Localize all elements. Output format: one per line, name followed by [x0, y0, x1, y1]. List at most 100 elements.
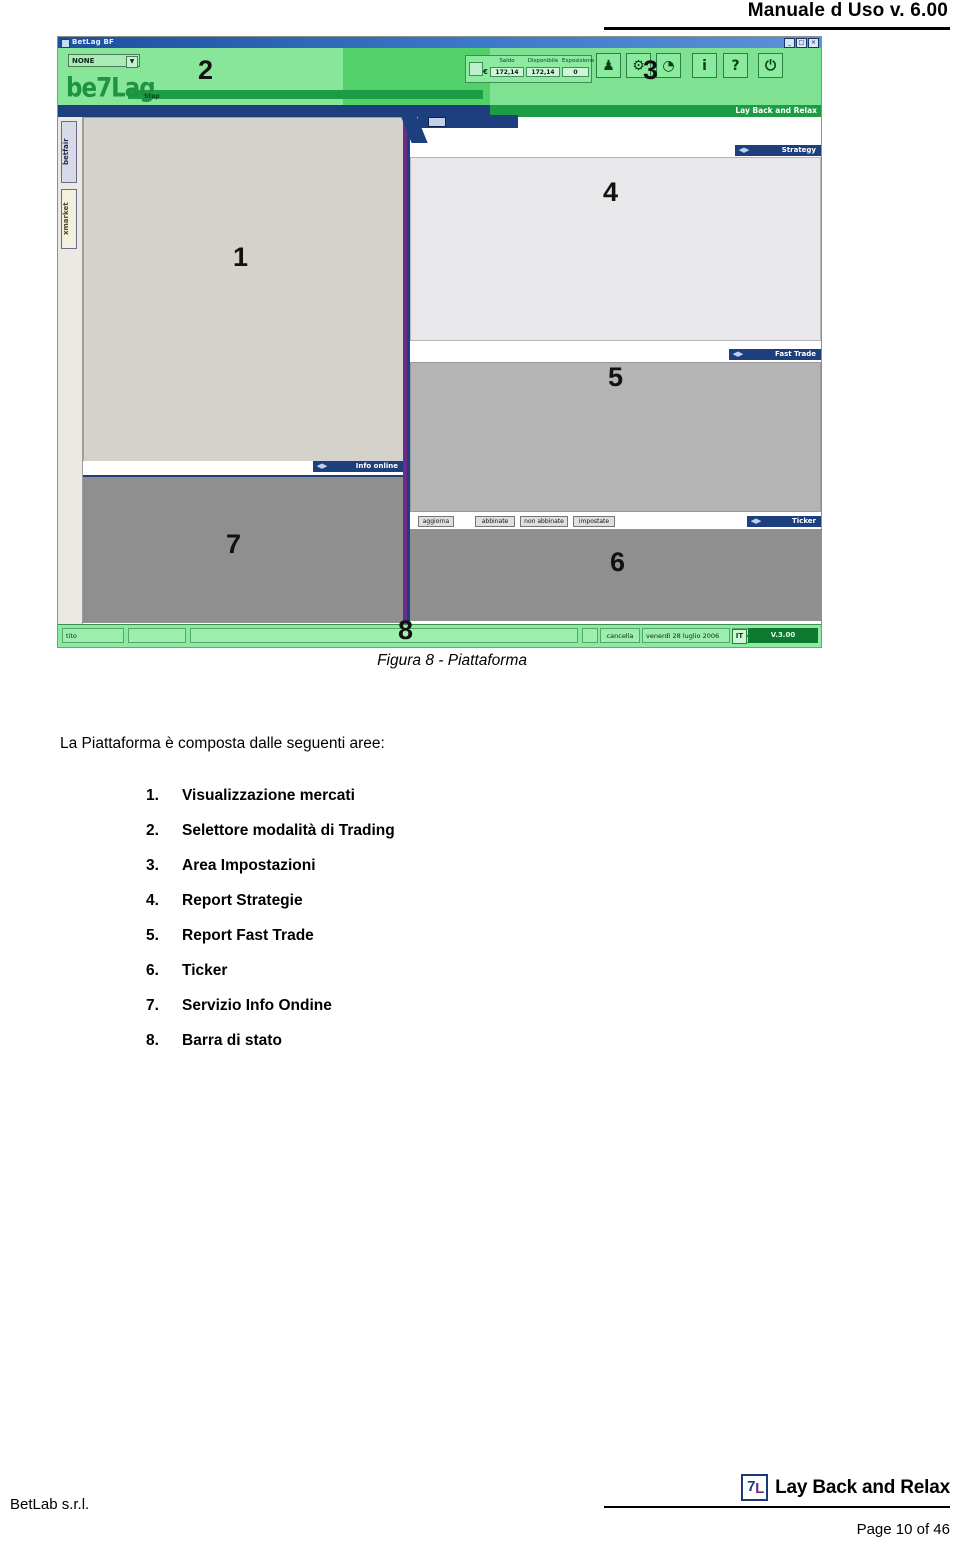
marker-4: 4	[603, 177, 619, 207]
window-controls[interactable]: _ □ ×	[784, 38, 819, 48]
strategy-title: Strategy	[753, 145, 821, 156]
footer-brand-text: Lay Back and Relax	[775, 1476, 950, 1498]
list-label: Visualizzazione mercati	[182, 787, 355, 804]
info-online-header: ◀▶ Info online	[83, 461, 403, 472]
list-label: Servizio Info Ondine	[182, 997, 332, 1014]
list-item: 7. Servizio Info Ondine	[146, 988, 395, 1023]
list-number: 6.	[146, 962, 159, 979]
list-item: 3. Area Impostazioni	[146, 848, 395, 883]
collapse-icon[interactable]: ◀▶	[729, 349, 747, 360]
list-item: 1. Visualizzazione mercati	[146, 778, 395, 813]
aggiorna-button[interactable]: aggiorna	[418, 516, 454, 527]
info-icon-button[interactable]: i	[692, 53, 717, 78]
collapse-icon[interactable]: ◀▶	[735, 145, 753, 156]
marker-3: 3	[643, 55, 659, 85]
abbinate-button[interactable]: abbinate	[475, 516, 515, 527]
brandmark-ell: L	[755, 1480, 765, 1497]
sidebar-item-xmarket[interactable]: xmarket	[61, 189, 77, 249]
status-user: tito	[62, 628, 124, 643]
esposizione-label: Esposizione	[562, 58, 595, 64]
list-label: Report Fast Trade	[182, 927, 314, 944]
betlag-logo-sub: Step	[144, 93, 160, 100]
list-number: 1.	[146, 787, 159, 804]
impostate-button[interactable]: impostate	[573, 516, 615, 527]
ticker-title: Ticker	[765, 516, 821, 527]
app-title: BetLag BF	[72, 38, 114, 46]
power-icon-button[interactable]: ⏻	[758, 53, 783, 78]
list-item: 4. Report Strategie	[146, 883, 395, 918]
saldo-value: 172,14	[490, 67, 524, 77]
non-abbinate-button[interactable]: non abbinate	[520, 516, 568, 527]
marker-2: 2	[198, 55, 214, 85]
header-connector	[398, 115, 518, 145]
disponibile-value: 172,14	[526, 67, 560, 77]
list-item: 5. Report Fast Trade	[146, 918, 395, 953]
list-item: 2. Selettore modalità di Trading	[146, 813, 395, 848]
list-label: Selettore modalità di Trading	[182, 822, 395, 839]
footer-brand: 7 L Lay Back and Relax	[741, 1474, 950, 1501]
platform-screenshot-figure: BetLag BF _ □ × NONE ▼ be7Lag Step event…	[57, 36, 822, 648]
list-label: Ticker	[182, 962, 228, 979]
fast-trade-header: ◀▶ Fast Trade	[410, 349, 821, 360]
footer-page-number: Page 10 of 46	[856, 1521, 950, 1538]
list-item: 6. Ticker	[146, 953, 395, 988]
chart-pie-icon-button[interactable]: ◔	[656, 53, 681, 78]
list-number: 7.	[146, 997, 159, 1014]
manual-title: Manuale d Uso v. 6.00	[747, 0, 948, 21]
marker-8: 8	[398, 615, 414, 645]
cancella-button[interactable]: cancella	[600, 628, 640, 643]
chevron-down-icon[interactable]: ▼	[126, 56, 138, 68]
info-online-panel[interactable]	[83, 475, 403, 623]
account-balance-box: € Saldo 172,14 Disponibile 172,14 Esposi…	[465, 55, 595, 83]
status-bar: tito cancella venerdì 28 luglio 2006 10:…	[58, 624, 821, 647]
collapse-icon[interactable]: ◀▶	[747, 516, 765, 527]
currency-symbol: €	[483, 68, 488, 76]
help-icon-button[interactable]: ?	[723, 53, 748, 78]
fast-trade-title: Fast Trade	[747, 349, 821, 360]
status-connection-icon	[128, 628, 186, 643]
betlag-logo: be7Lag	[66, 73, 156, 104]
marker-6: 6	[610, 547, 626, 577]
lay-back-and-relax-logo-icon: 7 L	[741, 1474, 769, 1501]
status-message	[190, 628, 578, 643]
figure-caption: Figura 8 - Piattaforma	[377, 652, 527, 669]
strategy-header: ◀▶ Strategy	[410, 145, 821, 156]
maximize-icon[interactable]: □	[796, 38, 807, 48]
info-online-title: Info online	[331, 461, 403, 472]
list-number: 2.	[146, 822, 159, 839]
header-rule	[604, 27, 950, 30]
sidebar-item-betfair[interactable]: betfair	[61, 121, 77, 183]
marker-1: 1	[233, 242, 249, 272]
markets-panel[interactable]	[83, 117, 405, 468]
status-language-flag: IT	[732, 629, 747, 644]
list-number: 3.	[146, 857, 159, 874]
page-header: Manuale d Uso v. 6.00	[0, 0, 960, 34]
app-icon	[61, 39, 70, 48]
user-icon-button[interactable]: ♟	[596, 53, 621, 78]
marker-7: 7	[226, 529, 242, 559]
marker-5: 5	[608, 362, 624, 392]
collapse-icon[interactable]: ◀▶	[313, 461, 331, 472]
app-titlebar: BetLag BF _ □ ×	[58, 37, 821, 48]
status-version: V.3.00	[748, 628, 818, 643]
close-icon[interactable]: ×	[808, 38, 819, 48]
list-label: Area Impostazioni	[182, 857, 316, 874]
refresh-icon[interactable]	[469, 62, 483, 76]
tagline-text: Lay Back and Relax	[735, 106, 817, 115]
area-list: 1. Visualizzazione mercati 2. Selettore mo…	[146, 778, 395, 1058]
status-date: venerdì 28 luglio 2006	[642, 628, 730, 643]
saldo-label: Saldo	[499, 58, 515, 64]
footer-rule	[604, 1506, 950, 1508]
list-item: 8. Barra di stato	[146, 1023, 395, 1058]
list-label: Barra di stato	[182, 1032, 282, 1049]
connector-chip-icon	[428, 117, 446, 127]
trading-mode-value: NONE	[72, 57, 95, 65]
ticker-toolbar: aggiorna abbinate non abbinate impostate…	[410, 515, 821, 529]
trading-mode-select[interactable]: NONE ▼	[68, 54, 140, 68]
intro-paragraph: La Piattaforma è composta dalle seguenti…	[60, 735, 385, 752]
status-resize-icon[interactable]	[582, 628, 598, 643]
side-rail: betfair xmarket	[58, 117, 83, 625]
list-label: Report Strategie	[182, 892, 303, 909]
list-number: 8.	[146, 1032, 159, 1049]
minimize-icon[interactable]: _	[784, 38, 795, 48]
